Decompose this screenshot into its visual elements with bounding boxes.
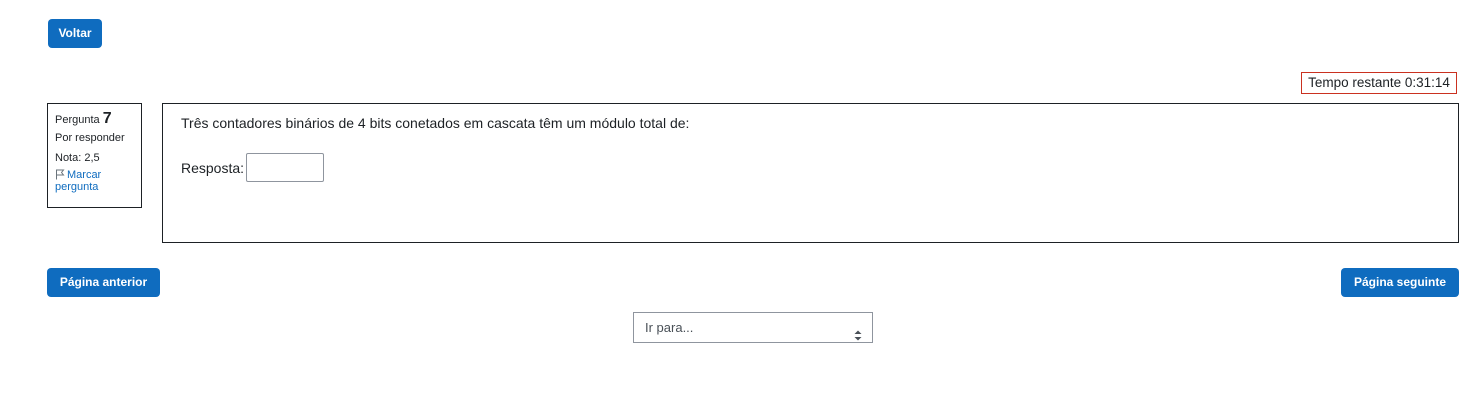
jump-to-select[interactable]: Ir para...: [633, 312, 873, 343]
previous-page-button[interactable]: Página anterior: [47, 268, 160, 297]
question-label: Pergunta: [55, 114, 100, 126]
next-page-button[interactable]: Página seguinte: [1341, 268, 1459, 297]
question-info-panel: Pergunta 7 Por responder Nota: 2,5 Marca…: [47, 103, 142, 208]
question-state: Por responder: [55, 132, 125, 144]
question-content: Três contadores binários de 4 bits conet…: [162, 103, 1459, 243]
answer-input[interactable]: [246, 153, 324, 182]
time-remaining: Tempo restante 0:31:14: [1301, 72, 1457, 94]
question-text: Três contadores binários de 4 bits conet…: [181, 115, 690, 131]
flag-outline-icon: [55, 169, 65, 180]
jump-to-selected-value: Ir para...: [645, 320, 694, 335]
answer-label: Resposta:: [181, 160, 245, 176]
select-arrows-icon: [854, 322, 862, 341]
question-number-row: Pergunta 7: [55, 109, 134, 130]
question-number: 7: [102, 110, 112, 127]
flag-question-link[interactable]: Marcar pergunta: [55, 169, 134, 193]
back-button[interactable]: Voltar: [48, 19, 102, 48]
quiz-attempt-page: Voltar Tempo restante 0:31:14 Pergunta 7…: [0, 0, 1473, 413]
question-grade: Nota: 2,5: [55, 152, 100, 164]
